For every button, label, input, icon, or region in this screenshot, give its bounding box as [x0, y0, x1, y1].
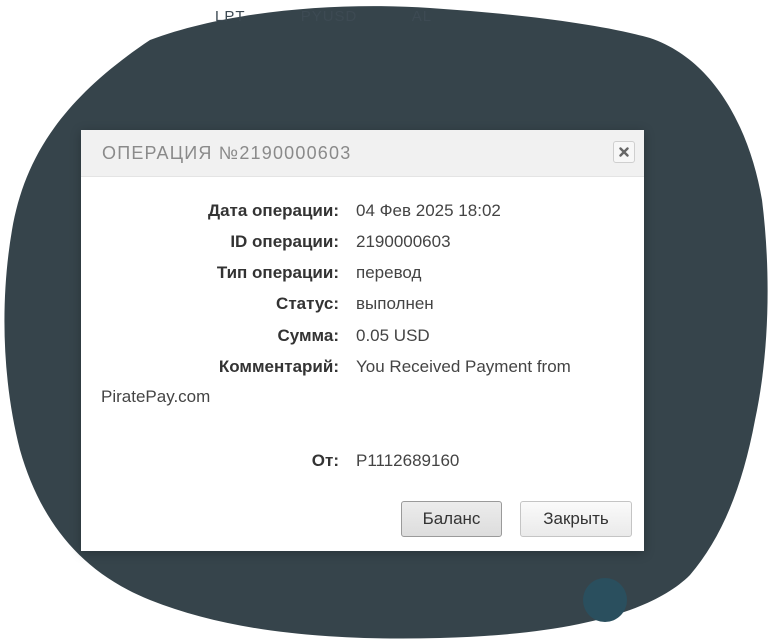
dialog-title: ОПЕРАЦИЯ №2190000603: [102, 143, 352, 163]
field-value: 04 Фев 2025 18:02: [356, 201, 501, 220]
close-dialog-button[interactable]: Закрыть: [520, 501, 632, 537]
field-label: Сумма:: [277, 326, 339, 345]
background-tab: LPT: [215, 8, 246, 25]
field-label: От:: [311, 451, 339, 470]
field-from: От: P1112689160: [81, 449, 644, 473]
field-id: ID операции: 2190000603: [81, 230, 644, 254]
field-comment: Комментарий: You Received Payment from: [81, 355, 644, 379]
comment-continuation: PiratePay.com: [101, 387, 211, 406]
field-value: P1112689160: [356, 451, 460, 470]
field-value: перевод: [356, 263, 422, 282]
background-tab: AL: [411, 8, 433, 25]
dialog-header: ОПЕРАЦИЯ №2190000603: [81, 130, 644, 177]
background-tabs: LPT PYUSD AL: [215, 8, 482, 25]
field-status: Статус: выполнен: [81, 292, 644, 316]
field-type: Тип операции: перевод: [81, 261, 644, 285]
close-icon: [619, 147, 629, 157]
field-value: выполнен: [356, 294, 434, 313]
field-label: Статус:: [276, 294, 339, 313]
field-value: 2190000603: [356, 232, 451, 251]
field-label: Тип операции:: [216, 263, 339, 282]
field-amount: Сумма: 0.05 USD: [81, 324, 644, 348]
operation-dialog: ОПЕРАЦИЯ №2190000603 Дата операции: 04 Ф…: [81, 130, 644, 551]
field-label: ID операции:: [230, 232, 339, 251]
field-value: You Received Payment from: [356, 357, 571, 376]
background-tab: PYUSD: [300, 8, 358, 25]
field-label: Дата операции:: [207, 201, 339, 220]
field-value: 0.05 USD: [356, 326, 430, 345]
balance-button[interactable]: Баланс: [401, 501, 502, 537]
close-button[interactable]: [613, 141, 635, 163]
screen: LPT PYUSD AL ОПЕРАЦИЯ №2190000603 Дата о…: [0, 0, 772, 640]
field-date: Дата операции: 04 Фев 2025 18:02: [81, 199, 644, 223]
field-label: Комментарий:: [218, 357, 339, 376]
